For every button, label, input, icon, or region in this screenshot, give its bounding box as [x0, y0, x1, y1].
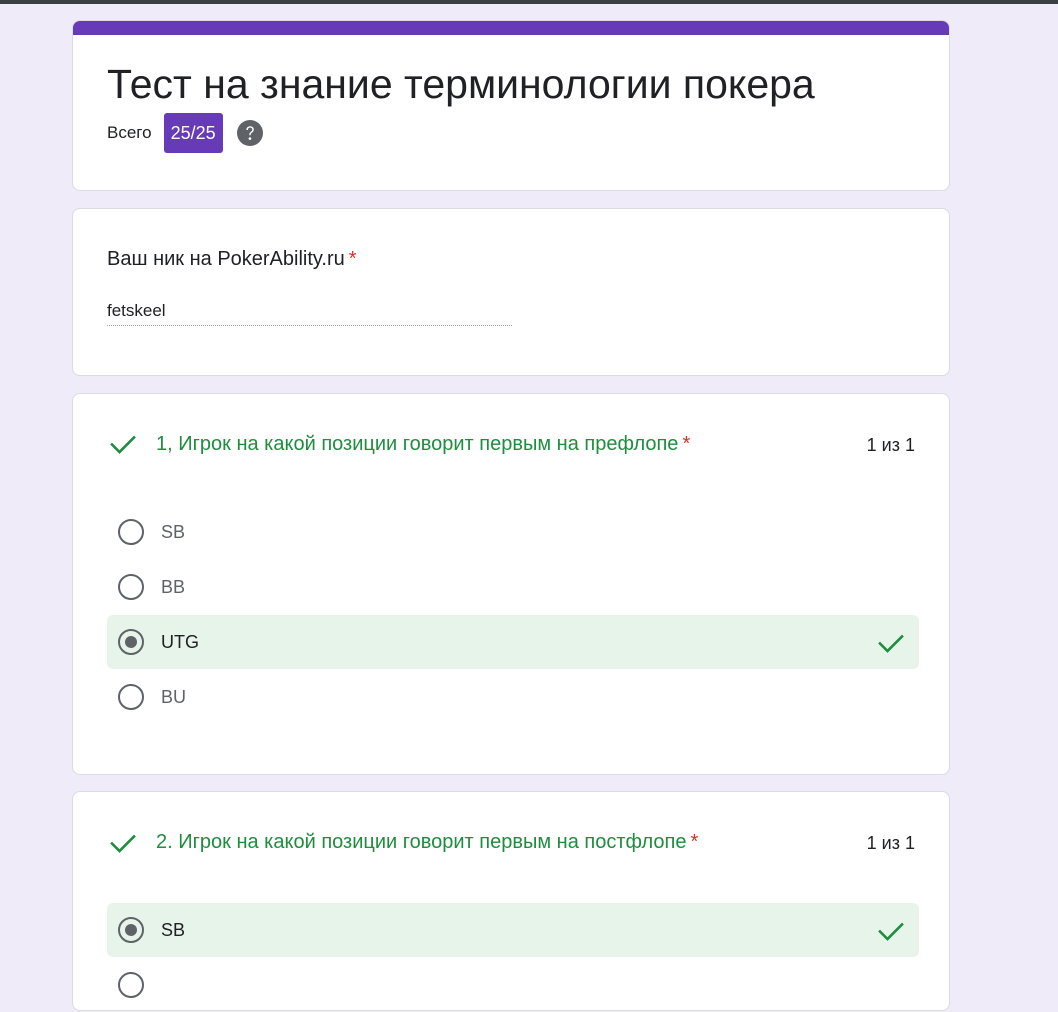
- total-label: Всего: [107, 123, 152, 142]
- option-sb[interactable]: SB: [107, 903, 919, 957]
- option-bu[interactable]: BU: [107, 670, 919, 724]
- score-badge: 25/25: [163, 113, 223, 153]
- option-sb[interactable]: SB: [107, 505, 919, 559]
- check-icon: [110, 834, 136, 853]
- form-title: Тест на знание терминологии покера: [107, 61, 815, 107]
- question-score: 1 из 1: [866, 833, 915, 853]
- radio-button-checked[interactable]: [118, 629, 144, 655]
- question-card: 2. Игрок на какой позиции говорит первым…: [72, 791, 950, 1011]
- question-card: 1, Игрок на какой позиции говорит первым…: [72, 393, 950, 775]
- option-partial[interactable]: [107, 958, 919, 1012]
- total-score-row: Всего 25/25: [107, 113, 264, 153]
- required-asterisk: *: [348, 248, 357, 270]
- required-asterisk: *: [682, 433, 691, 455]
- radio-button-checked[interactable]: [118, 917, 144, 943]
- question-title-text: 2. Игрок на какой позиции говорит первым…: [156, 831, 687, 853]
- radio-button[interactable]: [118, 519, 144, 545]
- option-bb[interactable]: BB: [107, 560, 919, 614]
- form-header-card: Тест на знание терминологии покера Всего…: [72, 20, 950, 191]
- nickname-label-text: Ваш ник на PokerAbility.ru: [107, 248, 345, 270]
- option-utg[interactable]: UTG: [107, 615, 919, 669]
- question-score: 1 из 1: [866, 435, 915, 455]
- check-icon: [110, 435, 136, 454]
- option-label: BU: [161, 686, 187, 707]
- question-title: 1, Игрок на какой позиции говорит первым…: [156, 431, 690, 457]
- option-label: SB: [161, 919, 186, 940]
- option-label: SB: [161, 521, 186, 542]
- help-circle-icon[interactable]: [236, 119, 264, 147]
- nickname-label: Ваш ник на PokerAbility.ru *: [107, 247, 357, 271]
- option-label: BB: [161, 576, 186, 597]
- correct-check-icon: [878, 634, 904, 653]
- question-title: 2. Игрок на какой позиции говорит первым…: [156, 829, 698, 855]
- correct-check-icon: [878, 922, 904, 941]
- required-asterisk: *: [690, 831, 699, 853]
- browser-top-border: [0, 0, 1058, 4]
- header-accent-bar: [73, 21, 949, 35]
- option-label: UTG: [161, 631, 199, 652]
- radio-button[interactable]: [118, 684, 144, 710]
- question-title-text: 1, Игрок на какой позиции говорит первым…: [156, 433, 679, 455]
- radio-button[interactable]: [118, 574, 144, 600]
- nickname-input[interactable]: fetskeel: [107, 299, 512, 326]
- nickname-card: Ваш ник на PokerAbility.ru * fetskeel: [72, 208, 950, 376]
